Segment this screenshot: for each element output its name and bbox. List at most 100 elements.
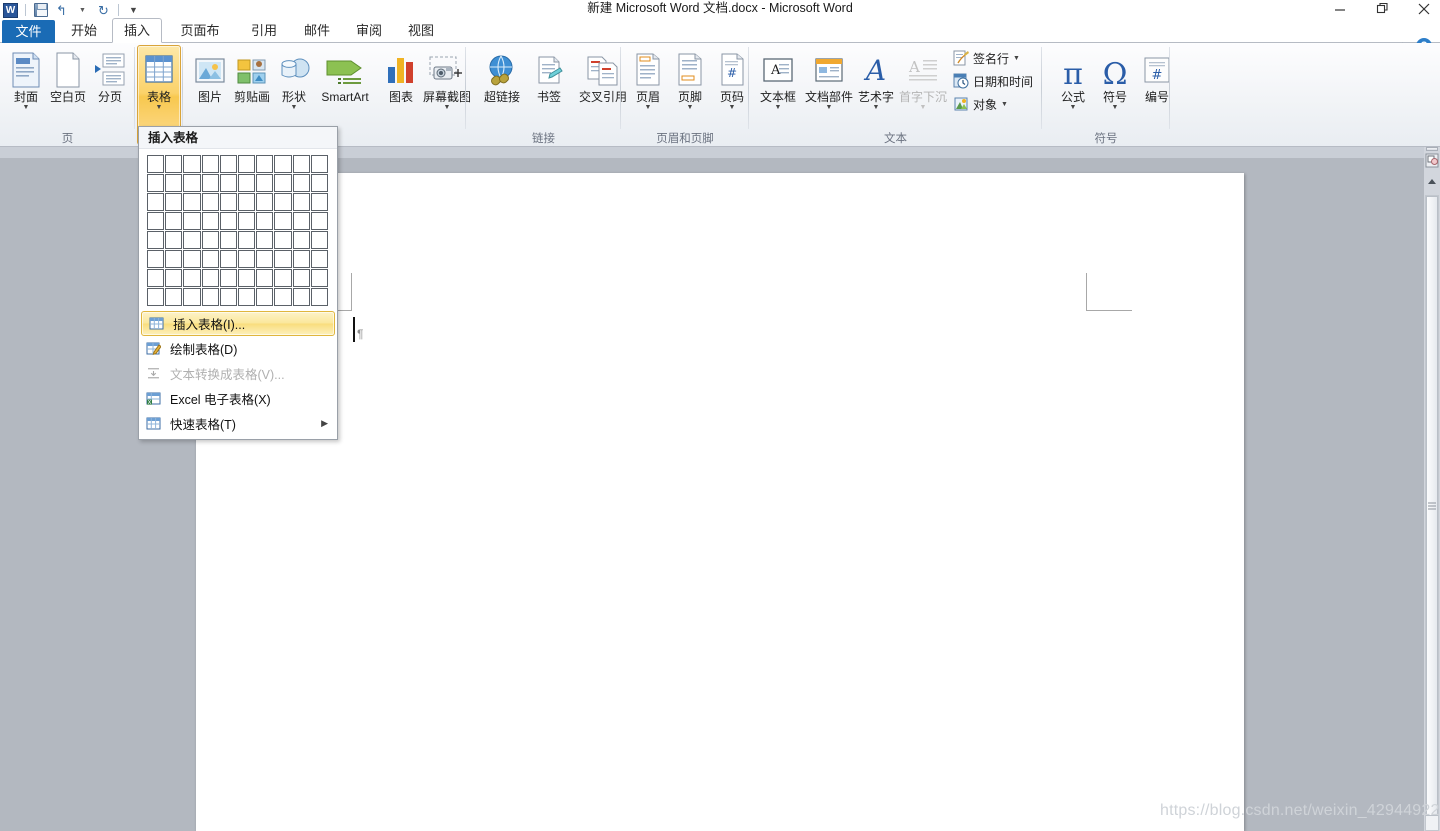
table-size-grid-cell[interactable] [165,250,183,268]
menu-item-insert-table[interactable]: 插入表格(I)... [141,311,335,336]
scrollbar-track[interactable] [1425,195,1439,831]
table-size-grid-cell[interactable] [147,250,165,268]
table-size-grid-cell[interactable] [256,231,274,249]
table-size-grid-cell[interactable] [219,250,238,268]
table-size-grid-cell[interactable] [219,269,238,287]
ribbon-button-object[interactable]: 对象 ▼ [952,94,1008,114]
table-size-grid-cell[interactable] [274,193,292,211]
table-size-grid-cell[interactable] [201,269,219,287]
table-size-grid-cell[interactable] [147,212,165,230]
table-size-grid-cell[interactable] [219,212,238,230]
table-size-grid-cell[interactable] [147,193,165,211]
ribbon-button-quick-parts[interactable]: 文档部件 ▼ [803,46,855,111]
table-size-grid-cell[interactable] [292,193,310,211]
menu-item-excel-spreadsheet[interactable]: X Excel 电子表格(X) [139,386,337,411]
chevron-down-icon[interactable]: ▼ [23,104,30,111]
table-size-grid-cell[interactable] [147,174,165,192]
tab-insert[interactable]: 插入 [112,18,162,43]
table-size-grid-cell[interactable] [310,269,329,287]
table-size-grid-cell[interactable] [310,212,329,230]
ribbon-button-wordart[interactable]: A 艺术字 ▼ [853,46,899,111]
table-size-grid-row[interactable] [147,174,329,193]
table-size-grid-cell[interactable] [292,269,310,287]
table-size-grid-cell[interactable] [310,193,329,211]
insert-table-menu[interactable]: 插入表格 插入表格(I)... 绘制表格(D) 文本转换成表格(V)... X … [138,126,338,440]
table-size-grid-cell[interactable] [165,193,183,211]
select-browse-object-icon[interactable] [1425,152,1439,169]
table-size-grid-cell[interactable] [238,250,256,268]
chevron-down-icon[interactable]: ▼ [1070,104,1077,111]
table-size-grid-cell[interactable] [219,174,238,192]
table-size-grid-cell[interactable] [201,155,219,173]
undo-icon[interactable]: ↰ [53,2,70,19]
table-size-grid-cell[interactable] [310,231,329,249]
word-app-logo-icon[interactable]: W [2,2,19,19]
scroll-up-button[interactable] [1425,173,1439,189]
table-size-grid-row[interactable] [147,155,329,174]
table-size-grid-cell[interactable] [256,212,274,230]
table-size-grid-cell[interactable] [201,212,219,230]
table-size-grid-cell[interactable] [201,174,219,192]
ribbon-button-clipart[interactable]: 剪贴画 [229,46,275,104]
tab-file[interactable]: 文件 [2,20,55,43]
table-size-grid-cell[interactable] [147,155,165,173]
table-size-grid-row[interactable] [147,269,329,288]
table-size-grid-cell[interactable] [201,288,219,306]
ribbon-button-page-break[interactable]: 分页 [87,46,133,104]
close-button[interactable] [1414,1,1434,17]
table-size-grid-cell[interactable] [219,288,238,306]
ribbon-button-hyperlink[interactable]: 超链接 [474,46,530,104]
table-size-grid-cell[interactable] [238,288,256,306]
table-size-grid-cell[interactable] [256,250,274,268]
table-size-grid-cell[interactable] [183,174,201,192]
chevron-down-icon[interactable]: ▼ [1013,55,1020,62]
document-page[interactable]: ¶ [196,173,1244,831]
table-size-grid-cell[interactable] [201,250,219,268]
table-size-grid-cell[interactable] [219,231,238,249]
chevron-down-icon[interactable]: ▼ [156,104,163,111]
chevron-down-icon[interactable]: ▼ [645,104,652,111]
chevron-down-icon[interactable]: ▼ [873,104,880,111]
table-size-grid-cell[interactable] [274,155,292,173]
table-size-grid-cell[interactable] [256,174,274,192]
table-size-grid-cell[interactable] [183,193,201,211]
table-size-grid-cell[interactable] [165,269,183,287]
chevron-down-icon[interactable]: ▼ [1001,101,1008,108]
table-size-grid-row[interactable] [147,231,329,250]
table-size-grid-cell[interactable] [165,212,183,230]
table-size-grid-row[interactable] [147,288,329,307]
table-size-grid-cell[interactable] [274,231,292,249]
chevron-down-icon[interactable]: ▼ [687,104,694,111]
table-size-grid-cell[interactable] [183,155,201,173]
table-size-grid-cell[interactable] [256,155,274,173]
chevron-down-icon[interactable]: ▼ [444,104,451,111]
ribbon-button-cover-page[interactable]: 封面 ▼ [3,46,49,111]
table-size-grid-cell[interactable] [256,269,274,287]
table-size-grid-cell[interactable] [165,231,183,249]
tab-page-layout[interactable]: 页面布局 [166,18,234,63]
ribbon-button-chart[interactable]: 图表 [378,46,424,104]
table-size-grid-row[interactable] [147,250,329,269]
table-size-grid-cell[interactable] [292,231,310,249]
menu-item-draw-table[interactable]: 绘制表格(D) [139,336,337,361]
ribbon-button-shapes[interactable]: 形状 ▼ [271,46,317,111]
table-size-grid-cell[interactable] [292,155,310,173]
table-size-grid-cell[interactable] [292,288,310,306]
table-size-grid-cell[interactable] [310,250,329,268]
table-size-grid-cell[interactable] [292,212,310,230]
save-icon[interactable] [32,2,49,19]
chevron-down-icon[interactable]: ▼ [775,104,782,111]
table-size-grid-cell[interactable] [165,174,183,192]
chevron-down-icon[interactable]: ▼ [291,104,298,111]
redo-icon[interactable]: ↻ [95,2,112,19]
table-size-grid-cell[interactable] [219,155,238,173]
table-size-grid-row[interactable] [147,193,329,212]
table-size-grid-cell[interactable] [256,193,274,211]
table-size-grid-cell[interactable] [274,174,292,192]
chevron-down-icon[interactable]: ▼ [729,104,736,111]
ribbon-button-drop-cap[interactable]: A 首字下沉 ▼ [897,46,949,111]
menu-item-convert-text-to-table[interactable]: 文本转换成表格(V)... [139,361,337,386]
ribbon-button-picture[interactable]: 图片 [187,46,233,104]
chevron-down-icon[interactable]: ▼ [1112,104,1119,111]
ribbon-button-bookmark[interactable]: 书签 [526,46,572,104]
